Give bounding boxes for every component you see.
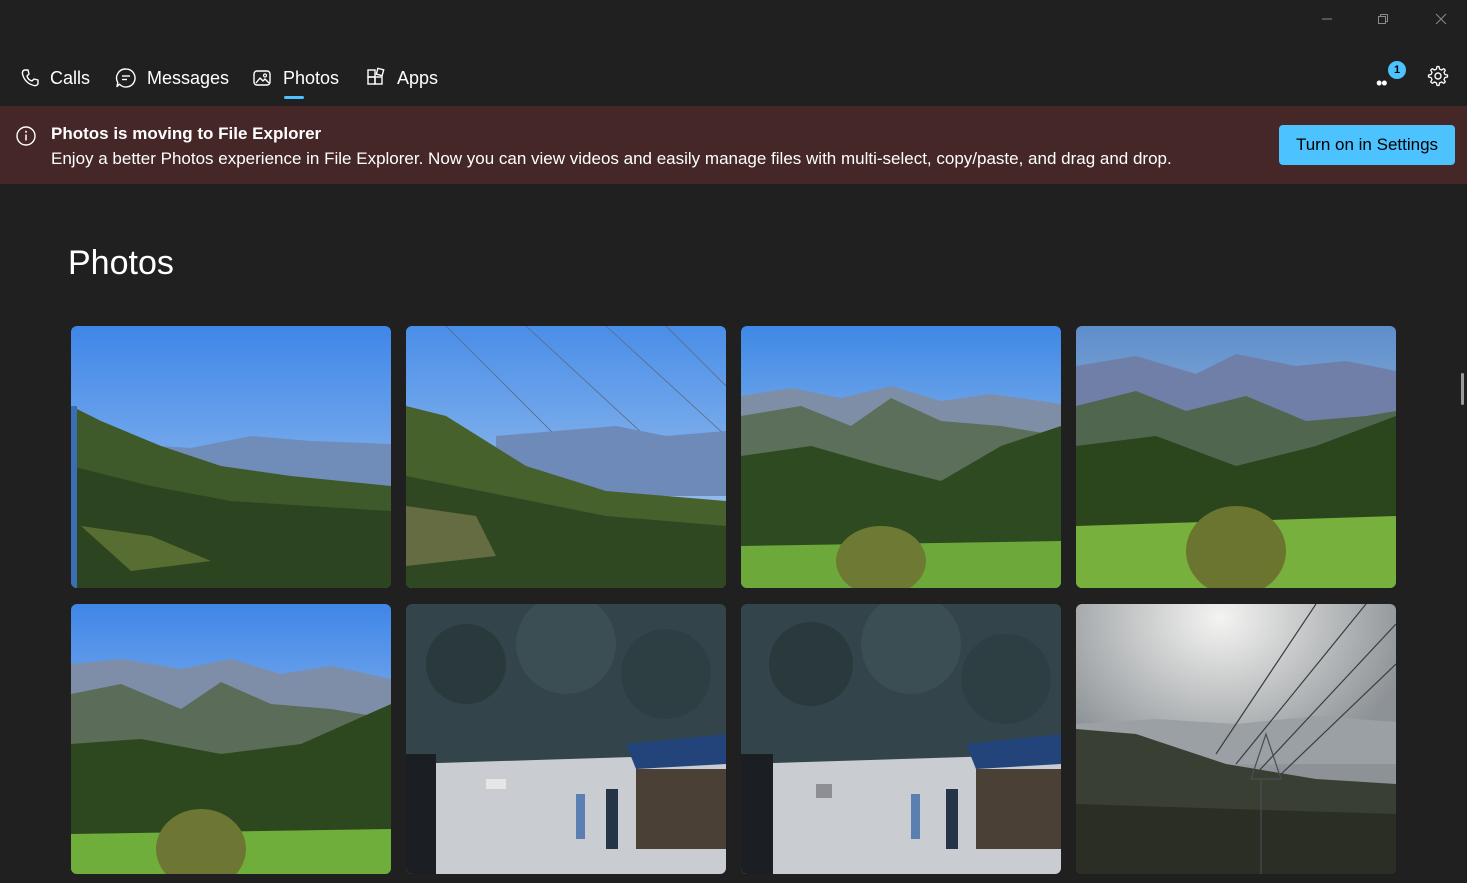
phone-link-window: Calls Messages Photos Apps •• 1 Photos i… bbox=[0, 0, 1467, 883]
notification-badge: 1 bbox=[1388, 61, 1406, 79]
more-options-button[interactable]: •• 1 bbox=[1370, 58, 1410, 93]
minimize-icon bbox=[1322, 18, 1332, 20]
nav-tab-photos[interactable]: Photos bbox=[251, 62, 339, 94]
nav-tab-label: Messages bbox=[147, 67, 230, 88]
photo-thumbnail[interactable] bbox=[71, 326, 391, 588]
photo-thumbnail[interactable] bbox=[71, 604, 391, 874]
photo-thumbnail[interactable] bbox=[406, 604, 726, 874]
selected-tab-indicator bbox=[284, 96, 304, 99]
close-button[interactable] bbox=[1418, 4, 1464, 34]
close-icon bbox=[1435, 13, 1447, 25]
restore-icon bbox=[1378, 14, 1388, 24]
chat-icon bbox=[115, 68, 136, 88]
photo-mountain-terraces bbox=[71, 604, 391, 874]
vertical-scrollbar[interactable] bbox=[1461, 373, 1464, 405]
nav-tab-label: Apps bbox=[397, 67, 439, 88]
photo-hazy-pylons bbox=[1076, 604, 1396, 874]
photo-forest-market bbox=[406, 604, 726, 874]
photo-mountain-terraces bbox=[1076, 326, 1396, 588]
info-icon bbox=[16, 126, 36, 146]
nav-tab-calls[interactable]: Calls bbox=[20, 62, 90, 94]
banner-title: Photos is moving to File Explorer bbox=[51, 124, 322, 143]
phone-icon bbox=[21, 69, 39, 87]
nav-tab-label: Calls bbox=[50, 67, 91, 88]
nav-tab-messages[interactable]: Messages bbox=[115, 62, 229, 94]
photo-mountain-range bbox=[741, 326, 1061, 588]
page-title: Photos bbox=[68, 244, 174, 282]
photo-mountain-slope bbox=[406, 326, 726, 588]
photo-forest-market bbox=[741, 604, 1061, 874]
settings-button[interactable] bbox=[1424, 62, 1452, 90]
nav-tab-label: Photos bbox=[283, 67, 340, 88]
photo-thumbnail[interactable] bbox=[1076, 604, 1396, 874]
photo-thumbnail[interactable] bbox=[1076, 326, 1396, 588]
photo-thumbnail[interactable] bbox=[741, 604, 1061, 874]
photo-thumbnail[interactable] bbox=[741, 326, 1061, 588]
restore-button[interactable] bbox=[1360, 4, 1406, 34]
title-bar bbox=[0, 0, 1467, 40]
info-banner: Photos is moving to File Explorer Enjoy … bbox=[0, 106, 1467, 184]
turn-on-in-settings-button[interactable]: Turn on in Settings bbox=[1279, 125, 1455, 165]
banner-message: Enjoy a better Photos experience in File… bbox=[51, 149, 1172, 168]
nav-tab-apps[interactable]: Apps bbox=[365, 62, 438, 94]
more-icon: •• bbox=[1376, 73, 1388, 93]
photo-icon bbox=[253, 70, 271, 86]
photo-mountain-valley bbox=[71, 326, 391, 588]
top-navigation: Calls Messages Photos Apps bbox=[0, 52, 1467, 104]
photo-thumbnail[interactable] bbox=[406, 326, 726, 588]
apps-icon bbox=[367, 67, 385, 85]
minimize-button[interactable] bbox=[1304, 4, 1350, 34]
gear-icon bbox=[1427, 65, 1449, 87]
